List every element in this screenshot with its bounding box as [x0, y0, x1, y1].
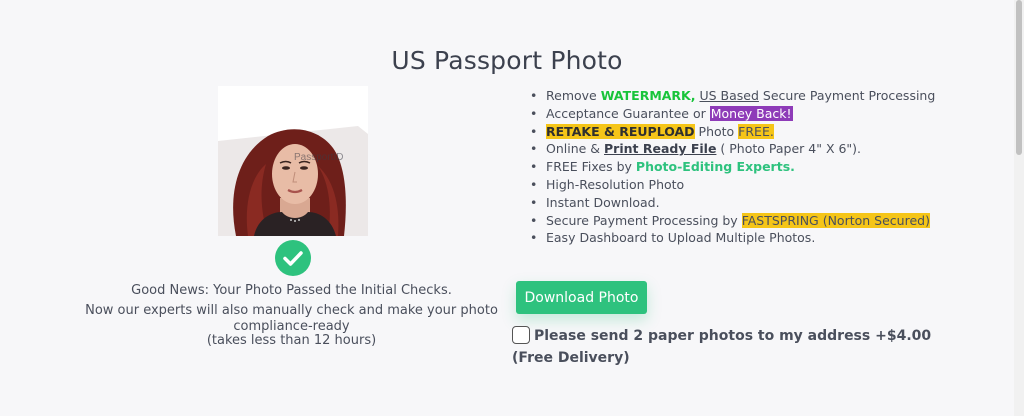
photo-watermark: PassportID [294, 152, 344, 163]
list-item: Secure Payment Processing by FASTSPRING … [530, 212, 935, 230]
list-item: RETAKE & REUPLOAD Photo FREE. [530, 123, 935, 141]
list-item: High-Resolution Photo [530, 176, 935, 194]
download-photo-button[interactable]: Download Photo [516, 281, 647, 314]
passport-photo: PassportID [218, 86, 368, 236]
scrollbar-thumb[interactable] [1016, 0, 1022, 155]
list-item: FREE Fixes by Photo-Editing Experts. [530, 158, 935, 176]
paper-photos-label: Please send 2 paper photos to my address… [512, 328, 932, 366]
paper-photos-option[interactable]: Please send 2 paper photos to my address… [512, 325, 942, 369]
status-good-news: Good News: Your Photo Passed the Initial… [131, 283, 452, 298]
paper-photos-checkbox[interactable] [512, 326, 530, 344]
portrait-image [218, 126, 368, 236]
list-item: Online & Print Ready File ( Photo Paper … [530, 140, 935, 158]
print-ready-file-label: Print Ready File [604, 141, 717, 157]
list-item: Remove WATERMARK, US Based Secure Paymen… [530, 87, 935, 105]
photo-editing-experts-label: Photo-Editing Experts. [635, 159, 795, 175]
feature-list: Remove WATERMARK, US Based Secure Paymen… [530, 87, 935, 247]
page-title: US Passport Photo [391, 46, 623, 75]
status-turnaround: (takes less than 12 hours) [206, 333, 377, 348]
list-item: Instant Download. [530, 194, 935, 212]
fastspring-badge: FASTSPRING (Norton Secured) [741, 212, 930, 228]
money-back-badge: Money Back! [709, 105, 793, 121]
status-experts-check: Now our experts will also manually check… [85, 303, 498, 334]
free-badge: FREE. [738, 123, 774, 139]
watermark-removal-label: WATERMARK, [600, 88, 696, 103]
check-circle-icon [275, 240, 311, 276]
list-item: Easy Dashboard to Upload Multiple Photos… [530, 229, 935, 247]
vertical-scrollbar[interactable] [1014, 0, 1024, 416]
list-item: Acceptance Guarantee or Money Back! [530, 105, 935, 123]
retake-badge: RETAKE & REUPLOAD [546, 123, 695, 139]
